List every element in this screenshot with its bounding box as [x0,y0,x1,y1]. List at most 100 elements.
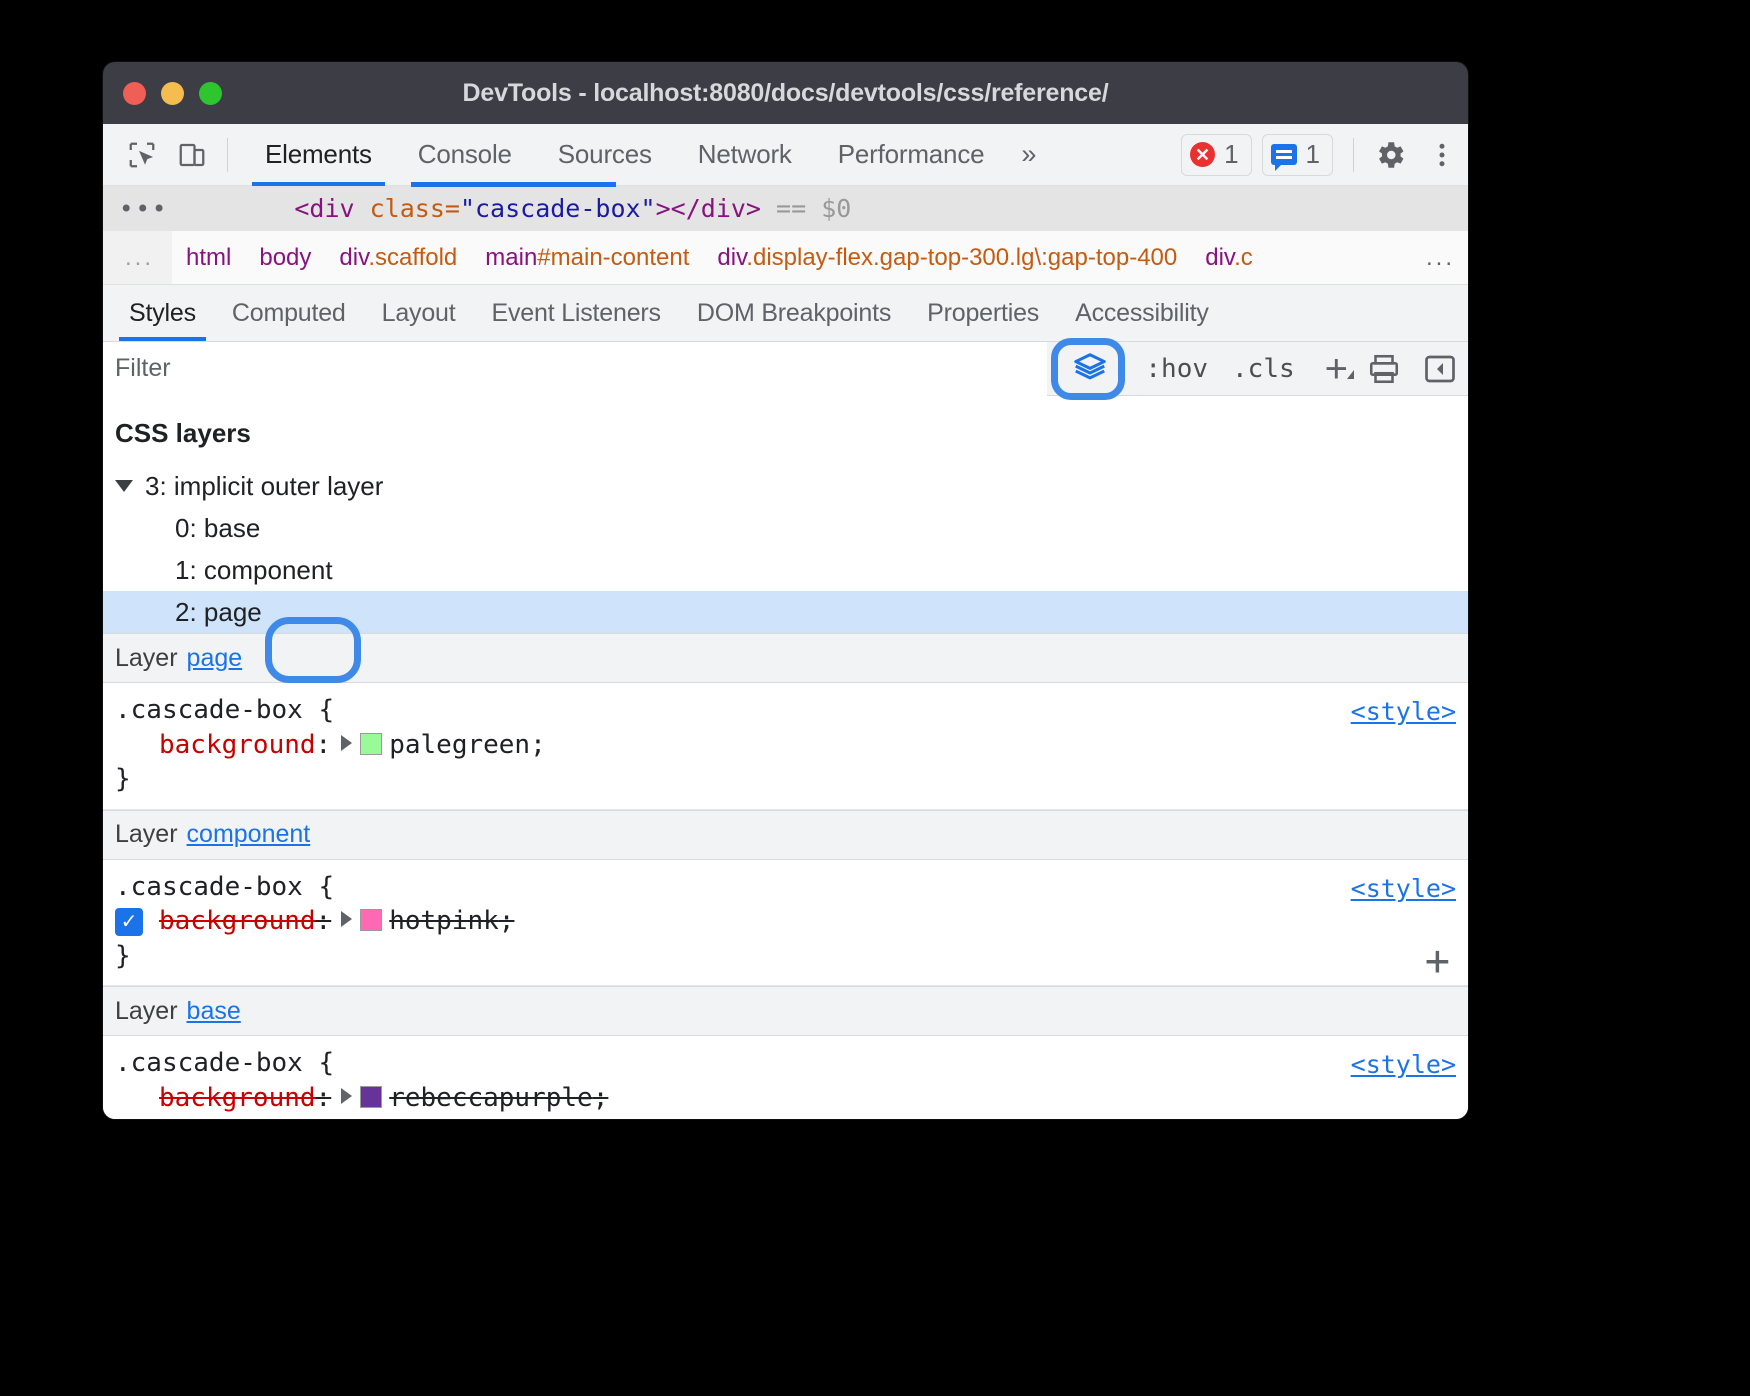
breadcrumb-item-div-scaffold[interactable]: div.scaffold [325,244,471,272]
toolbar-divider-2 [1353,138,1354,172]
tab-sources-label: Sources [558,139,652,170]
expand-triangle-icon[interactable] [341,911,352,927]
declaration-value[interactable]: rebeccapurple [389,1083,593,1113]
css-layers-title: CSS layers [103,396,1468,465]
rule-selector[interactable]: .cascade-box { [115,693,1468,728]
declaration-enabled-checkbox[interactable]: ✓ [115,908,143,936]
tab-performance[interactable]: Performance [815,124,1008,186]
filter-input[interactable] [103,342,1047,396]
toggle-sidebar-icon[interactable] [1412,345,1468,393]
tab-properties-label: Properties [927,299,1039,328]
window-title: DevTools - localhost:8080/docs/devtools/… [103,79,1468,108]
declaration-background[interactable]: background:palegreen; [115,728,1468,763]
add-declaration-button[interactable]: + [1425,946,1450,975]
rule-selector[interactable]: .cascade-box { [115,870,1468,905]
declaration-semicolon: ; [530,730,546,760]
declaration-property[interactable]: background [159,1083,316,1113]
breadcrumb-item-body[interactable]: body [245,244,325,272]
breadcrumb-tag: main [485,244,537,271]
breadcrumb-tag: div [1205,244,1234,271]
expand-triangle-icon[interactable] [341,735,352,751]
styles-filter-toolbar: :hov .cls + [103,342,1468,396]
tab-accessibility[interactable]: Accessibility [1057,285,1227,341]
layer-word-label: Layer [115,997,178,1026]
css-rule-base[interactable]: <style> .cascade-box { background:rebecc… [103,1036,1468,1119]
declaration-property[interactable]: background [159,906,316,936]
layer-link-page[interactable]: page [187,644,243,673]
dom-ref: $0 [821,194,851,223]
message-icon [1271,144,1297,165]
declaration-semicolon: ; [593,1083,609,1113]
tab-styles[interactable]: Styles [111,285,214,341]
inspect-element-icon[interactable] [117,132,167,178]
css-rule-component[interactable]: <style> .cascade-box { ✓background:hotpi… [103,860,1468,987]
breadcrumb-tag: div [717,244,746,271]
declaration-value[interactable]: palegreen [389,730,530,760]
tab-console[interactable]: Console [395,124,535,186]
print-media-icon[interactable] [1356,345,1412,393]
css-rule-page[interactable]: <style> .cascade-box { background:palegr… [103,683,1468,810]
breadcrumb-item-main-content[interactable]: main#main-content [471,244,703,272]
tab-console-label: Console [418,139,512,170]
panel-tabs: Elements Console Sources Network Perform… [242,124,1007,186]
tab-properties[interactable]: Properties [909,285,1057,341]
tab-dom-breakpoints[interactable]: DOM Breakpoints [679,285,909,341]
more-tabs-icon[interactable]: » [1007,139,1050,170]
color-swatch-rebeccapurple[interactable] [360,1086,382,1108]
expand-triangle-icon[interactable] [341,1088,352,1104]
kebab-menu-icon[interactable] [1416,132,1468,178]
tab-performance-label: Performance [838,139,985,170]
breadcrumb-item-div-display-flex[interactable]: div.display-flex.gap-top-300.lg\:gap-top… [703,244,1191,272]
tab-event-listeners-label: Event Listeners [492,299,661,328]
selected-dom-node-row[interactable]: ••• <div class="cascade-box"></div> == $… [103,186,1468,231]
tab-layout[interactable]: Layout [364,285,474,341]
color-swatch-palegreen[interactable] [360,733,382,755]
toggle-element-classes-button[interactable]: .cls [1220,354,1307,384]
declaration-background[interactable]: background:rebeccapurple; [115,1081,1468,1116]
new-style-rule-button[interactable]: + [1307,353,1356,385]
dom-ellipsis[interactable]: ••• [119,195,168,223]
error-count-badge[interactable]: ✕ 1 [1181,134,1251,176]
tab-dom-breakpoints-label: DOM Breakpoints [697,299,891,328]
breadcrumb-overflow-right[interactable]: ... [1412,231,1468,284]
dom-tag-close: ></div> [656,194,761,223]
declaration-property[interactable]: background [159,730,316,760]
layer-tree-label: 2: page [175,597,262,628]
breadcrumb-overflow-left[interactable]: ... [103,231,172,284]
declaration-background[interactable]: ✓background:hotpink; [115,904,1468,939]
color-swatch-hotpink[interactable] [360,909,382,931]
layer-tree-row-component[interactable]: 1: component [103,549,1468,591]
css-layers-button[interactable] [1047,342,1133,396]
rule-source-link[interactable]: <style> [1351,695,1456,728]
layer-tree-row-base[interactable]: 0: base [103,507,1468,549]
breadcrumb-item-div-c[interactable]: div.c [1191,244,1267,272]
declaration-semicolon: ; [499,906,515,936]
breadcrumb-suffix: .display-flex.gap-top-300.lg\:gap-top-40… [746,244,1177,271]
declaration-value[interactable]: hotpink [389,906,499,936]
tab-computed[interactable]: Computed [214,285,364,341]
tab-event-listeners[interactable]: Event Listeners [474,285,679,341]
breadcrumb-item-html[interactable]: html [172,244,245,272]
layer-word-label: Layer [115,644,178,673]
message-count-badge[interactable]: 1 [1262,134,1333,176]
tab-network[interactable]: Network [675,124,815,186]
tab-sources[interactable]: Sources [535,124,675,186]
rule-close-brace: } [115,1116,1468,1119]
breadcrumb: ... html body div.scaffold main#main-con… [103,231,1468,285]
page-link-highlight-ring [265,617,361,683]
layer-header-component: Layer component [103,810,1468,860]
breadcrumb-tag: body [259,244,311,271]
gear-icon[interactable] [1364,132,1416,178]
layer-tree-row-implicit-outer[interactable]: 3: implicit outer layer [103,465,1468,507]
rule-selector[interactable]: .cascade-box { [115,1046,1468,1081]
layer-link-base[interactable]: base [187,997,241,1026]
layer-link-component[interactable]: component [187,820,311,849]
device-toolbar-icon[interactable] [167,132,217,178]
rule-source-link[interactable]: <style> [1351,1048,1456,1081]
dom-attr-name: class= [370,194,460,223]
toggle-pseudo-classes-button[interactable]: :hov [1133,354,1220,384]
rule-source-link[interactable]: <style> [1351,872,1456,905]
tab-accessibility-label: Accessibility [1075,299,1209,328]
chevron-down-icon[interactable] [115,480,133,492]
tab-elements[interactable]: Elements [242,124,395,186]
